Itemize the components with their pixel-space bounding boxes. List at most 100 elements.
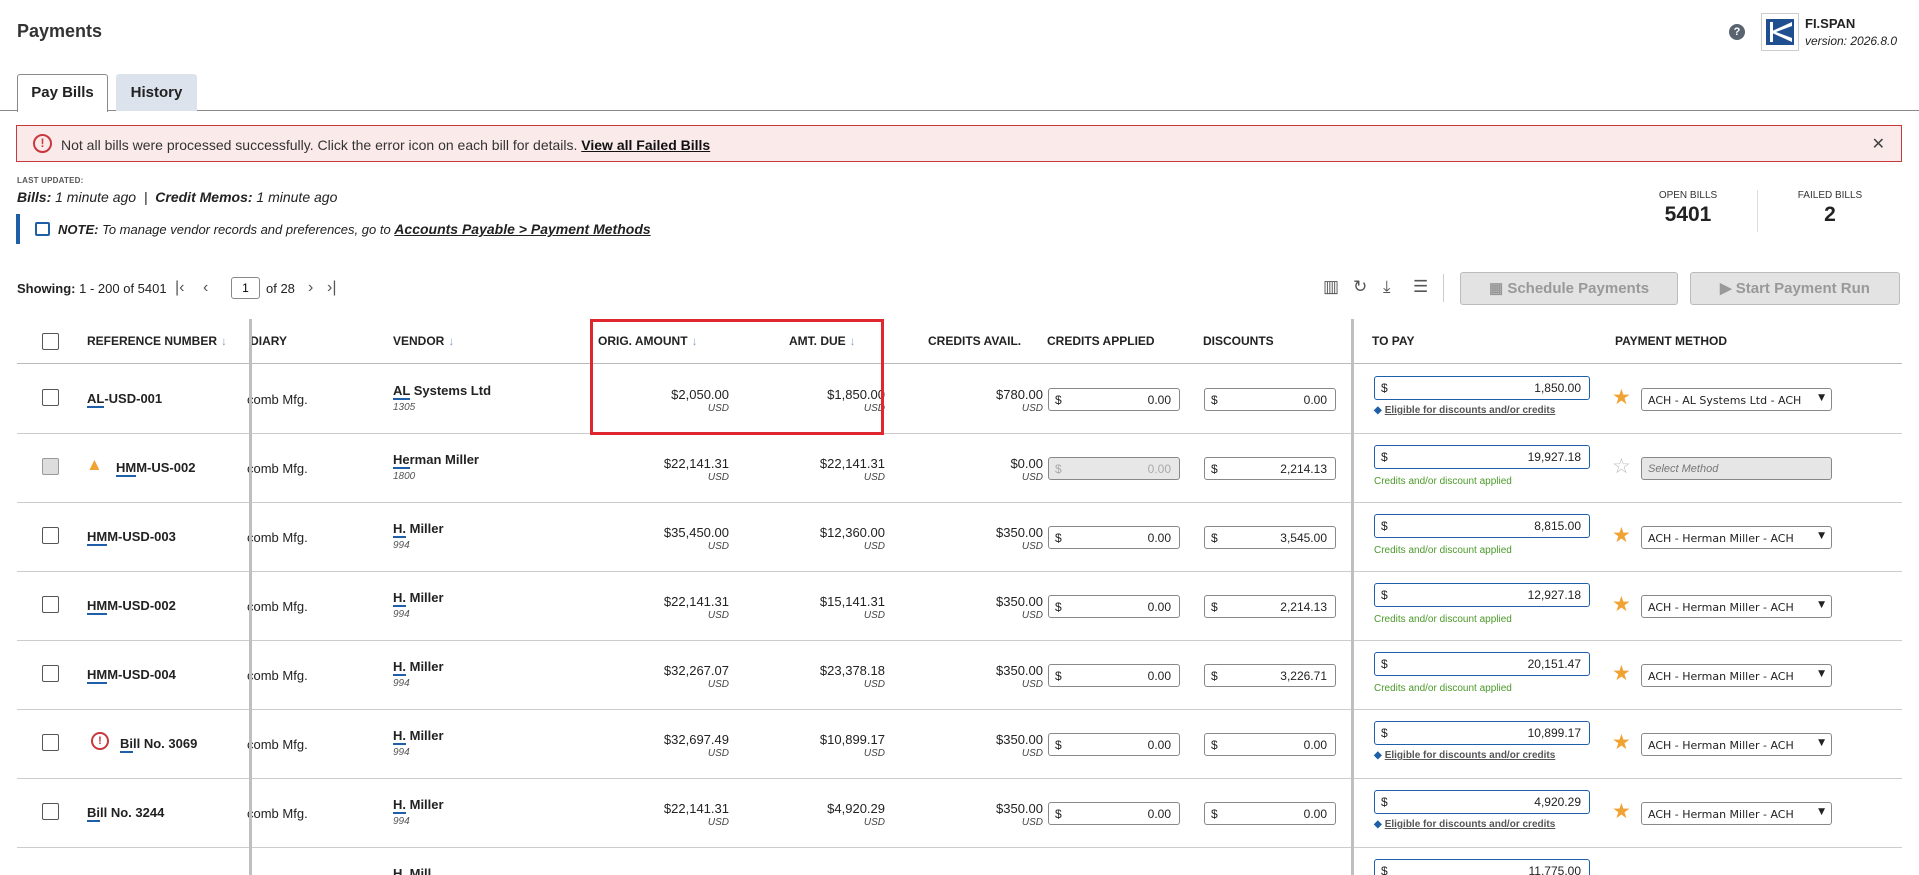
row-checkbox[interactable] <box>42 803 59 820</box>
payment-method-select[interactable]: Select Method <box>1641 457 1832 480</box>
credits-applied-note: Credits and/or discount applied <box>1374 614 1512 625</box>
vendor-name[interactable]: AL Systems Ltd <box>393 383 491 400</box>
row-checkbox[interactable] <box>42 665 59 682</box>
tab-pay-bills[interactable]: Pay Bills <box>17 74 108 112</box>
close-icon[interactable]: ✕ <box>1872 134 1885 154</box>
to-pay-input[interactable]: $20,151.47 <box>1374 652 1590 676</box>
select-all-checkbox[interactable] <box>42 333 59 350</box>
reference-number[interactable]: Bill No. 3244 <box>87 805 164 822</box>
chevron-down-icon: ▼ <box>1818 531 1825 541</box>
star-icon[interactable]: ★ <box>1612 661 1631 686</box>
row-checkbox[interactable] <box>42 596 59 613</box>
column-header-vendor[interactable]: VENDOR ↓ <box>393 334 454 348</box>
table-row-partial: H. Mill $11,775.00 <box>17 848 1902 875</box>
star-icon[interactable]: ★ <box>1612 523 1631 548</box>
refresh-icon[interactable]: ↻ <box>1353 277 1367 297</box>
credits-applied-input[interactable]: $0.00 <box>1048 388 1180 411</box>
eligible-discounts-link[interactable]: ◆ Eligible for discounts and/or credits <box>1374 819 1555 830</box>
credits-currency: USD <box>1021 748 1043 759</box>
vendor-name[interactable]: H. Miller <box>393 659 444 676</box>
vendor-name[interactable]: H. Miller <box>393 521 444 538</box>
row-checkbox[interactable] <box>42 389 59 406</box>
tab-history[interactable]: History <box>116 74 197 111</box>
vendor-name[interactable]: H. Miller <box>393 797 444 814</box>
credits-applied-input[interactable]: $0.00 <box>1048 733 1180 756</box>
amount-due-value: $22,141.31 <box>819 456 885 471</box>
vendor-name[interactable]: H. Mill <box>393 866 431 875</box>
filter-icon[interactable]: ☰ <box>1413 277 1428 297</box>
star-icon[interactable]: ★ <box>1612 730 1631 755</box>
discount-input[interactable]: $2,214.13 <box>1204 457 1336 480</box>
view-failed-bills-link[interactable]: View all Failed Bills <box>581 137 710 153</box>
reference-number[interactable]: HMM-USD-003 <box>87 529 176 546</box>
vendor-name[interactable]: Herman Miller <box>393 452 479 469</box>
payment-methods-link[interactable]: Accounts Payable > Payment Methods <box>394 221 650 237</box>
credits-applied-input[interactable]: $0.00 <box>1048 595 1180 618</box>
diary-cell: comb Mfg. <box>247 599 308 614</box>
reference-number[interactable]: HMM-USD-002 <box>87 598 176 615</box>
discount-input[interactable]: $0.00 <box>1204 388 1336 411</box>
to-pay-value: 4,920.29 <box>1534 795 1581 809</box>
payment-method-select[interactable]: ACH - Herman Miller - ACH ▼ <box>1641 526 1832 549</box>
app-header: Payments ? FI.SPAN version: 2026.8.0 <box>0 0 1919 60</box>
credits-applied-input[interactable]: $0.00 <box>1048 664 1180 687</box>
note-icon <box>35 222 50 236</box>
row-checkbox[interactable] <box>42 458 59 475</box>
columns-icon[interactable]: ▥ <box>1323 277 1339 297</box>
first-page-icon[interactable]: |‹ <box>175 279 184 297</box>
payment-method-select[interactable]: ACH - Herman Miller - ACH ▼ <box>1641 802 1832 825</box>
next-page-icon[interactable]: › <box>308 279 313 297</box>
discount-value: 3,226.71 <box>1280 669 1327 683</box>
payment-method-select[interactable]: ACH - Herman Miller - ACH ▼ <box>1641 733 1832 756</box>
reference-number[interactable]: AL-USD-001 <box>87 391 162 408</box>
to-pay-input[interactable]: $4,920.29 <box>1374 790 1590 814</box>
star-empty-icon[interactable]: ☆ <box>1612 454 1631 479</box>
discount-input[interactable]: $0.00 <box>1204 802 1336 825</box>
discount-input[interactable]: $2,214.13 <box>1204 595 1336 618</box>
credits-applied-input[interactable]: $0.00 <box>1048 457 1180 480</box>
discount-input[interactable]: $0.00 <box>1204 733 1336 756</box>
credits-available-value: $0.00 <box>1010 456 1043 471</box>
to-pay-input[interactable]: $8,815.00 <box>1374 514 1590 538</box>
star-icon[interactable]: ★ <box>1612 592 1631 617</box>
eligible-discounts-link[interactable]: ◆ Eligible for discounts and/or credits <box>1374 405 1555 416</box>
row-checkbox[interactable] <box>42 734 59 751</box>
to-pay-input[interactable]: $1,850.00 <box>1374 376 1590 400</box>
to-pay-input[interactable]: $19,927.18 <box>1374 445 1590 469</box>
column-header-reference[interactable]: REFERENCE NUMBER ↓ <box>87 334 227 348</box>
fispan-logo <box>1761 13 1799 51</box>
schedule-payments-button[interactable]: ▦ Schedule Payments <box>1460 272 1678 305</box>
warning-icon[interactable]: ▲ <box>86 455 103 475</box>
discount-input[interactable]: $3,545.00 <box>1204 526 1336 549</box>
credits-applied-input[interactable]: $0.00 <box>1048 802 1180 825</box>
amount-due-value: $12,360.00 <box>819 525 885 540</box>
discount-input[interactable]: $3,226.71 <box>1204 664 1336 687</box>
star-icon[interactable]: ★ <box>1612 799 1631 824</box>
vendor-name[interactable]: H. Miller <box>393 590 444 607</box>
amount-due-value: $23,378.18 <box>819 663 885 678</box>
start-payment-run-button[interactable]: ▶ Start Payment Run <box>1690 272 1900 305</box>
last-page-icon[interactable]: ›| <box>327 279 336 297</box>
vendor-name[interactable]: H. Miller <box>393 728 444 745</box>
currency-symbol: $ <box>1055 531 1062 545</box>
download-icon[interactable]: ⤓ <box>1383 277 1391 297</box>
credits-applied-input[interactable]: $0.00 <box>1048 526 1180 549</box>
to-pay-input[interactable]: $12,927.18 <box>1374 583 1590 607</box>
reference-number[interactable]: Bill No. 3069 <box>120 736 197 753</box>
prev-page-icon[interactable]: ‹ <box>203 279 208 297</box>
vendor-prefix: H. <box>393 797 406 814</box>
help-icon[interactable]: ? <box>1729 24 1745 40</box>
to-pay-input[interactable]: $11,775.00 <box>1374 859 1590 875</box>
to-pay-input[interactable]: $10,899.17 <box>1374 721 1590 745</box>
row-checkbox[interactable] <box>42 527 59 544</box>
star-icon[interactable]: ★ <box>1612 385 1631 410</box>
reference-prefix: HM <box>116 460 137 477</box>
page-number-input[interactable] <box>231 277 260 299</box>
reference-number[interactable]: HMM-USD-004 <box>87 667 176 684</box>
payment-method-select[interactable]: ACH - Herman Miller - ACH ▼ <box>1641 595 1832 618</box>
eligible-discounts-link[interactable]: ◆ Eligible for discounts and/or credits <box>1374 750 1555 761</box>
row-error-icon[interactable]: ! <box>91 732 109 750</box>
reference-number[interactable]: HMM-US-002 <box>116 460 195 477</box>
payment-method-select[interactable]: ACH - AL Systems Ltd - ACH ▼ <box>1641 388 1832 411</box>
payment-method-select[interactable]: ACH - Herman Miller - ACH ▼ <box>1641 664 1832 687</box>
